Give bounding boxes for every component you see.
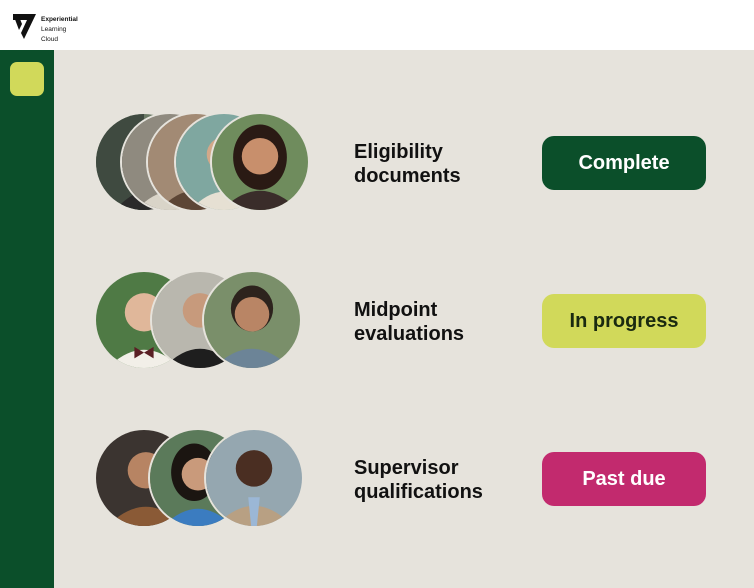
- brand-name: Experiential Learning Cloud: [41, 15, 78, 45]
- avatar-group: [94, 270, 324, 370]
- status-badge-in-progress[interactable]: In progress: [542, 294, 706, 348]
- brand-line-1: Experiential: [41, 16, 78, 23]
- main-panel: Eligibility documents Complete Midpoint …: [54, 50, 754, 588]
- row-label: Supervisor qualifications: [354, 457, 483, 503]
- sidebar: [0, 50, 54, 588]
- status-row-eligibility: Eligibility documents Complete: [54, 112, 754, 212]
- avatar-group: [94, 112, 324, 212]
- logo-icon: [13, 14, 36, 39]
- brand-line-3: Cloud: [41, 36, 58, 43]
- sidebar-menu-button[interactable]: [10, 62, 44, 96]
- row-label: Eligibility documents: [354, 141, 461, 187]
- avatar: [204, 428, 304, 528]
- avatar-group: [94, 428, 324, 528]
- status-badge-complete[interactable]: Complete: [542, 136, 706, 190]
- status-badge-past-due[interactable]: Past due: [542, 452, 706, 506]
- status-row-supervisor: Supervisor qualifications Past due: [54, 428, 754, 528]
- row-label: Midpoint evaluations: [354, 299, 465, 345]
- status-row-midpoint: Midpoint evaluations In progress: [54, 270, 754, 370]
- avatar: [210, 112, 310, 212]
- brand-line-2: Learning: [41, 26, 67, 33]
- top-bar: Experiential Learning Cloud: [0, 0, 754, 50]
- avatar: [202, 270, 302, 370]
